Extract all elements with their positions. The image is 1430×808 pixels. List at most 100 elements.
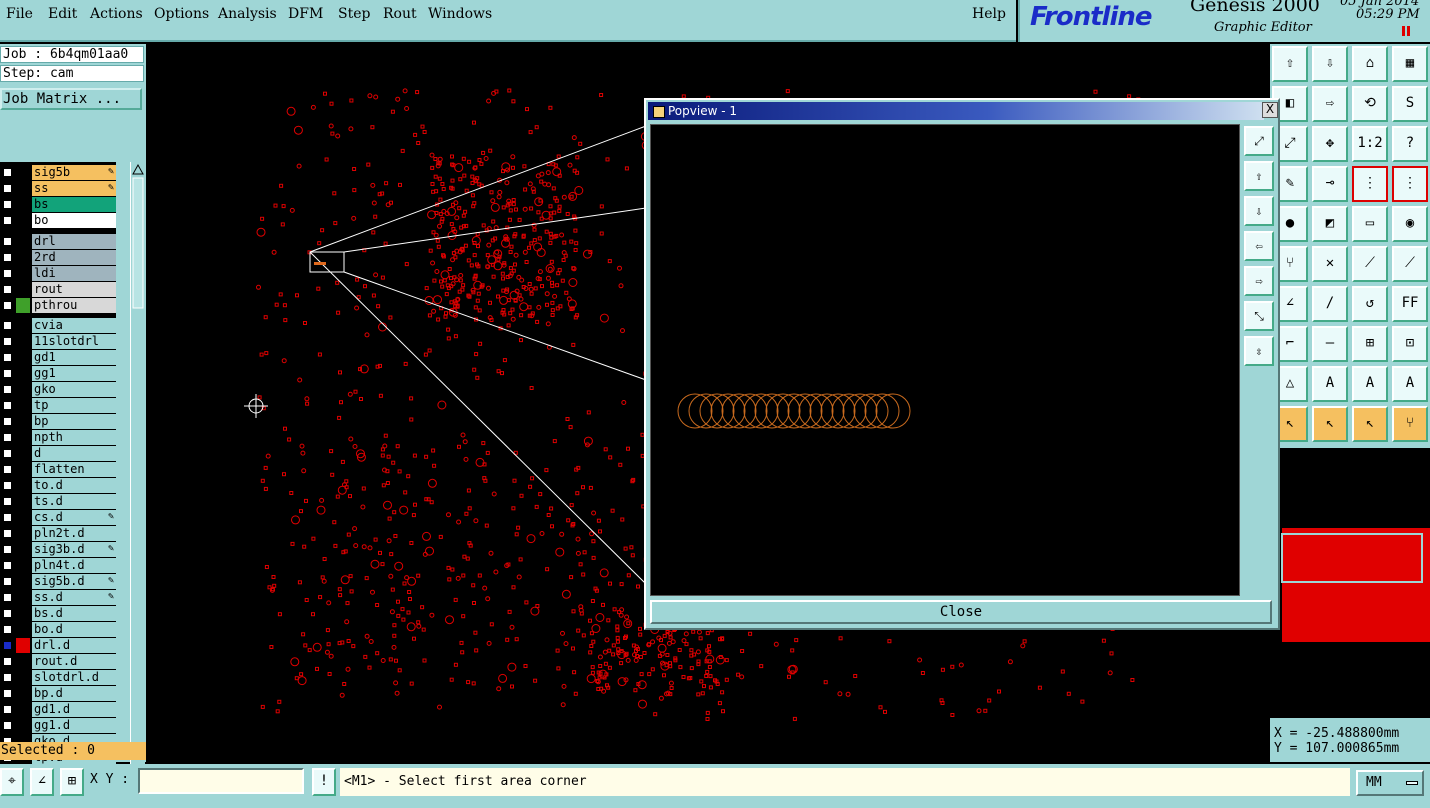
layer-checkbox[interactable] <box>3 301 12 310</box>
layer-checkbox[interactable] <box>3 689 12 698</box>
layer-checkbox[interactable] <box>3 513 12 522</box>
layer-name[interactable]: drl <box>32 234 116 249</box>
layer-row[interactable]: rout.d <box>0 654 116 669</box>
layer-checkbox[interactable] <box>3 237 12 246</box>
layer-row[interactable]: bp.d <box>0 686 116 701</box>
menu-windows[interactable]: Windows <box>428 6 492 22</box>
tool-button[interactable]: ⊡ <box>1392 326 1428 362</box>
tool-button[interactable]: ↖ <box>1352 406 1388 442</box>
layer-color-swatch[interactable] <box>16 250 30 265</box>
layer-color-swatch[interactable] <box>16 638 30 653</box>
tool-button[interactable]: ↺ <box>1352 286 1388 322</box>
tool-button[interactable]: ? <box>1392 126 1428 162</box>
layer-color-swatch[interactable] <box>16 266 30 281</box>
layer-color-swatch[interactable] <box>16 366 30 381</box>
layer-name[interactable]: flatten <box>32 462 116 477</box>
layer-name[interactable]: cs.d ✎ <box>32 510 116 525</box>
measure-icon[interactable]: ∠ <box>30 768 54 796</box>
layer-checkbox[interactable] <box>3 433 12 442</box>
layer-row[interactable]: to.d <box>0 478 116 493</box>
layer-color-swatch[interactable] <box>16 181 30 196</box>
layer-name[interactable]: bo <box>32 213 116 228</box>
tool-button[interactable]: 1:2 <box>1352 126 1388 162</box>
popview-canvas[interactable] <box>650 124 1240 596</box>
layer-checkbox[interactable] <box>3 285 12 294</box>
layer-color-swatch[interactable] <box>16 318 30 333</box>
layer-color-swatch[interactable] <box>16 334 30 349</box>
tool-button[interactable]: ✥ <box>1312 126 1348 162</box>
layer-color-swatch[interactable] <box>16 526 30 541</box>
unit-select[interactable]: MM <box>1356 770 1424 796</box>
tool-button[interactable]: ⟲ <box>1352 86 1388 122</box>
layer-name[interactable]: gd1 <box>32 350 116 365</box>
layer-color-swatch[interactable] <box>16 350 30 365</box>
snap-grid-icon[interactable]: ⊞ <box>60 768 84 796</box>
tool-button[interactable]: ⑂ <box>1392 406 1428 442</box>
layer-color-swatch[interactable] <box>16 213 30 228</box>
layer-checkbox[interactable] <box>3 337 12 346</box>
popview-tool-button[interactable]: ⤢ <box>1244 126 1274 156</box>
layer-row[interactable]: drl <box>0 234 116 249</box>
layer-checkbox[interactable] <box>3 481 12 490</box>
layer-row[interactable]: sig3b.d ✎ <box>0 542 116 557</box>
popview-tool-button[interactable]: ⇳ <box>1244 336 1274 366</box>
layer-checkbox[interactable] <box>3 673 12 682</box>
layer-name[interactable]: bo.d <box>32 622 116 637</box>
layer-name[interactable]: tp <box>32 398 116 413</box>
menu-options[interactable]: Options <box>154 6 209 22</box>
layer-checkbox[interactable] <box>3 385 12 394</box>
layer-name[interactable]: sig5b ✎ <box>32 165 116 180</box>
tool-button[interactable]: ⋮ <box>1352 166 1388 202</box>
layer-color-swatch[interactable] <box>16 197 30 212</box>
tool-button[interactable]: ↖ <box>1312 406 1348 442</box>
layer-name[interactable]: to.d <box>32 478 116 493</box>
layer-checkbox[interactable] <box>3 625 12 634</box>
layer-color-swatch[interactable] <box>16 414 30 429</box>
layer-row[interactable]: slotdrl.d <box>0 670 116 685</box>
layer-checkbox[interactable] <box>3 168 12 177</box>
layer-checkbox[interactable] <box>3 705 12 714</box>
layer-checkbox[interactable] <box>3 545 12 554</box>
layer-checkbox[interactable] <box>3 401 12 410</box>
layer-checkbox[interactable] <box>3 721 12 730</box>
menu-step[interactable]: Step <box>338 6 370 22</box>
tool-button[interactable]: ◉ <box>1392 206 1428 242</box>
layer-name[interactable]: npth <box>32 430 116 445</box>
layer-checkbox[interactable] <box>3 449 12 458</box>
layer-name[interactable]: 11slotdrl <box>32 334 116 349</box>
layer-row[interactable]: pln2t.d <box>0 526 116 541</box>
layer-color-swatch[interactable] <box>16 670 30 685</box>
layer-checkbox[interactable] <box>3 269 12 278</box>
job-matrix-button[interactable]: Job Matrix ... <box>0 88 142 110</box>
layer-name[interactable]: gko <box>32 382 116 397</box>
layer-color-swatch[interactable] <box>16 382 30 397</box>
layer-name[interactable]: sig5b.d ✎ <box>32 574 116 589</box>
layer-color-swatch[interactable] <box>16 654 30 669</box>
layer-checkbox[interactable] <box>3 609 12 618</box>
layer-name[interactable]: bs <box>32 197 116 212</box>
layer-name[interactable]: rout.d <box>32 654 116 669</box>
tool-button[interactable]: ▦ <box>1392 46 1428 82</box>
layer-color-swatch[interactable] <box>16 398 30 413</box>
xy-input[interactable] <box>138 768 304 794</box>
layer-color-swatch[interactable] <box>16 718 30 733</box>
layer-checkbox[interactable] <box>3 216 12 225</box>
layer-name[interactable]: ts.d <box>32 494 116 509</box>
exclamation-icon[interactable]: ! <box>312 768 336 796</box>
tool-button[interactable]: A <box>1312 366 1348 402</box>
tool-button[interactable]: A <box>1392 366 1428 402</box>
layer-color-swatch[interactable] <box>16 558 30 573</box>
layer-name[interactable]: bs.d <box>32 606 116 621</box>
layer-row[interactable]: tp <box>0 398 116 413</box>
tool-button[interactable]: ⊞ <box>1352 326 1388 362</box>
layer-name[interactable]: gg1.d <box>32 718 116 733</box>
layer-name[interactable]: sig3b.d ✎ <box>32 542 116 557</box>
layer-color-swatch[interactable] <box>16 510 30 525</box>
popview-tool-button[interactable]: ⇦ <box>1244 231 1274 261</box>
popview-title-bar[interactable]: Popview - 1 <box>648 102 1264 120</box>
layer-color-swatch[interactable] <box>16 234 30 249</box>
menu-analysis[interactable]: Analysis <box>218 6 277 22</box>
layer-row[interactable]: 11slotdrl <box>0 334 116 349</box>
popview-tool-button[interactable]: ⇩ <box>1244 196 1274 226</box>
layer-row[interactable]: npth <box>0 430 116 445</box>
